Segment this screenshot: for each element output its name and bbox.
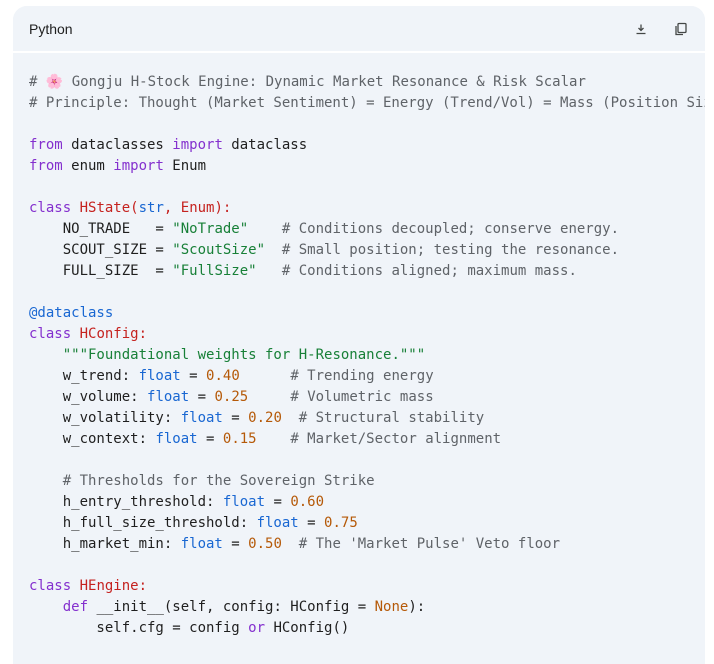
code-block-header: Python <box>13 6 705 53</box>
copy-icon[interactable] <box>673 21 689 37</box>
code-content: # 🌸 Gongju H-Stock Engine: Dynamic Marke… <box>29 74 705 636</box>
flower-emoji-icon: 🌸 <box>45 74 64 90</box>
language-label: Python <box>29 20 73 37</box>
code-block: Python # 🌸 Gongju H-Stock Engine: Dynami… <box>13 6 705 664</box>
download-icon[interactable] <box>633 21 649 37</box>
code-actions <box>633 21 689 37</box>
